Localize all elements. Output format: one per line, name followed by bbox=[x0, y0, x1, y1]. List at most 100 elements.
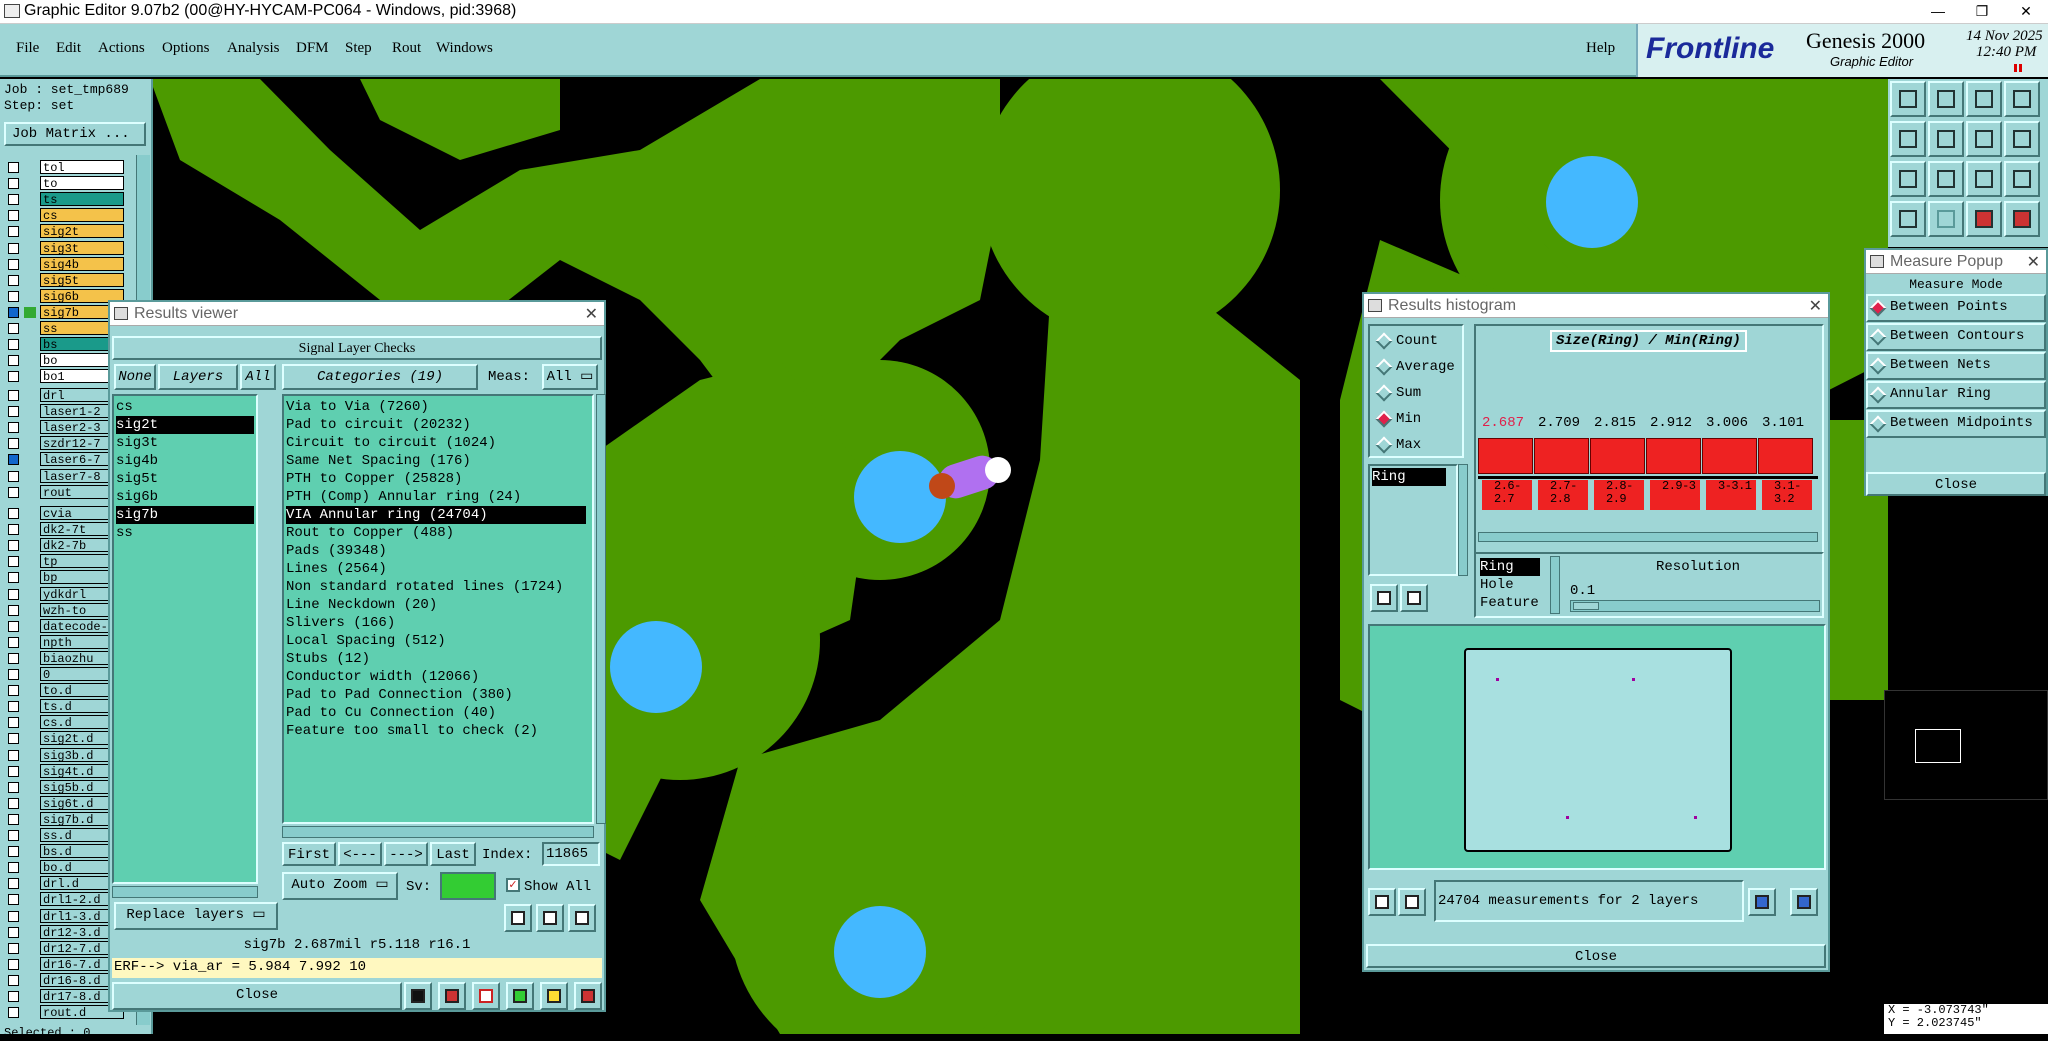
result-layer-item[interactable]: sig5t bbox=[116, 470, 254, 488]
layer-checkbox[interactable] bbox=[8, 524, 19, 536]
measure-popup-close-icon[interactable]: ✕ bbox=[2027, 252, 2040, 272]
layer-checkbox[interactable] bbox=[8, 470, 19, 482]
index-input[interactable]: 11865 bbox=[542, 842, 600, 866]
result-layer-item[interactable]: sig3t bbox=[116, 434, 254, 452]
layer-row[interactable]: dk2-7t bbox=[0, 521, 124, 537]
layer-checkbox[interactable] bbox=[8, 749, 19, 761]
tool-blank-icon[interactable] bbox=[1928, 201, 1964, 237]
layer-checkbox[interactable] bbox=[8, 323, 19, 334]
delete-icon[interactable] bbox=[504, 904, 532, 932]
layer-checkbox[interactable] bbox=[8, 290, 19, 302]
all-button[interactable]: All bbox=[240, 364, 276, 390]
layer-row[interactable]: sig2t.d bbox=[0, 730, 124, 746]
layer-checkbox[interactable] bbox=[8, 781, 19, 793]
menu-edit[interactable]: Edit bbox=[56, 40, 81, 57]
tool-snake-icon[interactable] bbox=[2004, 121, 2040, 157]
layer-checkbox[interactable] bbox=[8, 274, 19, 286]
layer-checkbox[interactable] bbox=[8, 1007, 19, 1019]
layer-results-list[interactable]: cs sig2t sig3t sig4b sig5t sig6b sig7b ss bbox=[112, 394, 258, 884]
category-item[interactable]: Pad to Pad Connection (380) bbox=[286, 686, 586, 704]
layer-row[interactable]: dr12-3.d bbox=[0, 924, 124, 940]
category-item[interactable]: PTH to Copper (25828) bbox=[286, 470, 586, 488]
layer-checkbox[interactable] bbox=[8, 878, 19, 890]
categories-button[interactable]: Categories (19) bbox=[282, 364, 478, 390]
layer-row[interactable]: cvia bbox=[0, 505, 124, 521]
histogram-print-icon[interactable] bbox=[1790, 888, 1818, 916]
none-button[interactable]: None bbox=[114, 364, 156, 390]
tool-connect-icon[interactable] bbox=[1966, 201, 2002, 237]
layer-checkbox[interactable] bbox=[8, 685, 19, 697]
layer-checkbox[interactable] bbox=[8, 438, 19, 450]
category-item[interactable]: Feature too small to check (2) bbox=[286, 722, 586, 740]
layer-checkbox[interactable] bbox=[8, 306, 19, 318]
layer-row[interactable]: sig6t.d bbox=[0, 795, 124, 811]
layer-row[interactable]: laser1-2 bbox=[0, 403, 124, 419]
histogram-bar[interactable] bbox=[1590, 438, 1645, 474]
layer-row[interactable]: sig3t bbox=[0, 240, 124, 256]
last-button[interactable]: Last bbox=[430, 842, 476, 866]
layer-checkbox[interactable] bbox=[8, 178, 19, 190]
layer-row[interactable]: tp bbox=[0, 553, 124, 569]
histogram-list-item[interactable]: Ring bbox=[1372, 468, 1446, 486]
type-scrollbar[interactable] bbox=[1550, 556, 1560, 614]
layer-checkbox[interactable] bbox=[8, 813, 19, 825]
tool-left-icon[interactable] bbox=[1890, 121, 1926, 157]
layer-checkbox[interactable] bbox=[8, 258, 19, 270]
layer-checkbox[interactable] bbox=[8, 894, 19, 906]
graph-icon[interactable] bbox=[404, 982, 432, 1010]
layer-checkbox[interactable] bbox=[8, 991, 19, 1002]
histogram-bar[interactable] bbox=[1478, 438, 1533, 474]
layer-row[interactable]: ydkdrl bbox=[0, 586, 124, 602]
tool-pan-icon[interactable] bbox=[1928, 161, 1964, 197]
layer-checkbox[interactable] bbox=[8, 620, 19, 632]
layer-checkbox[interactable] bbox=[8, 572, 19, 584]
category-item[interactable]: Line Neckdown (20) bbox=[286, 596, 586, 614]
menu-step[interactable]: Step bbox=[345, 40, 372, 57]
show-all-checkbox[interactable]: ✓ bbox=[506, 878, 520, 892]
checklist-icon[interactable] bbox=[506, 982, 534, 1010]
layer-row[interactable]: bs.d bbox=[0, 843, 124, 859]
histogram-close-icon[interactable]: ✕ bbox=[1809, 296, 1822, 316]
category-item[interactable]: Same Net Spacing (176) bbox=[286, 452, 586, 470]
stat-delete-icon[interactable] bbox=[1368, 888, 1396, 916]
layer-checkbox[interactable] bbox=[8, 636, 19, 648]
layer-checkbox[interactable] bbox=[8, 846, 19, 858]
category-item[interactable]: Pad to circuit (20232) bbox=[286, 416, 586, 434]
layer-row[interactable]: sig5t bbox=[0, 272, 124, 288]
refresh-icon[interactable] bbox=[536, 904, 564, 932]
menu-rout[interactable]: Rout bbox=[392, 40, 421, 57]
notes-icon[interactable] bbox=[540, 982, 568, 1010]
measure-close-button[interactable]: Close bbox=[1866, 472, 2046, 496]
type-hole[interactable]: Hole bbox=[1480, 576, 1514, 594]
layer-row[interactable]: dr16-7.d bbox=[0, 956, 124, 972]
sv-color-select[interactable] bbox=[440, 872, 496, 900]
prev-button[interactable]: <--- bbox=[338, 842, 382, 866]
result-layer-item[interactable]: sig6b bbox=[116, 488, 254, 506]
layer-row[interactable]: to.d bbox=[0, 682, 124, 698]
layer-row[interactable]: bo bbox=[0, 352, 124, 368]
meas-select[interactable]: All ▭ bbox=[542, 364, 598, 390]
category-item[interactable]: PTH (Comp) Annular ring (24) bbox=[286, 488, 586, 506]
layer-row[interactable]: biaozhu bbox=[0, 650, 124, 666]
close-window-button[interactable]: ✕ bbox=[2004, 0, 2048, 24]
layer-row[interactable]: bs bbox=[0, 336, 124, 352]
stat-mode-count[interactable]: Count bbox=[1374, 330, 1460, 352]
layer-checkbox[interactable] bbox=[8, 540, 19, 552]
layer-row[interactable]: drl.d bbox=[0, 875, 124, 891]
hist-delete-icon[interactable] bbox=[1370, 584, 1398, 612]
result-layer-item[interactable]: ss bbox=[116, 524, 254, 542]
layer-checkbox[interactable] bbox=[8, 701, 19, 713]
histogram-bar[interactable] bbox=[1758, 438, 1813, 474]
maximize-button[interactable]: ❐ bbox=[1960, 0, 2004, 24]
tool-net-icon[interactable] bbox=[2004, 201, 2040, 237]
layer-checkbox[interactable] bbox=[8, 454, 19, 466]
layer-row[interactable]: drl1-2.d bbox=[0, 891, 124, 907]
layer-row[interactable]: 0 bbox=[0, 666, 124, 682]
result-layer-item[interactable]: sig7b bbox=[116, 506, 254, 524]
measure-mode-between-midpoints[interactable]: Between Midpoints bbox=[1866, 410, 2046, 438]
first-button[interactable]: First bbox=[282, 842, 336, 866]
tool-right-icon[interactable] bbox=[1928, 121, 1964, 157]
histogram-close-button[interactable]: Close bbox=[1366, 944, 1826, 968]
result-layer-item[interactable]: sig2t bbox=[116, 416, 254, 434]
category-item[interactable]: Conductor width (12066) bbox=[286, 668, 586, 686]
